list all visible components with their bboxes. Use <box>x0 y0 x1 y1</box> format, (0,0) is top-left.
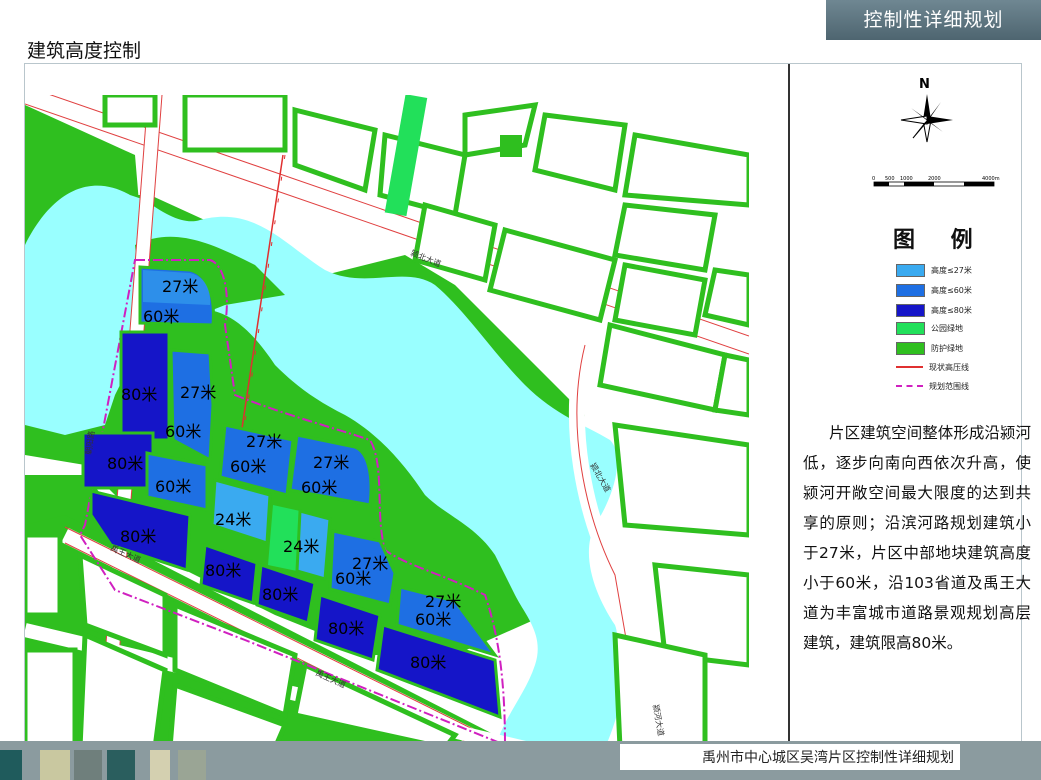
label-b13: 80米 <box>262 585 298 604</box>
footer-square <box>74 750 102 780</box>
legend-label: 公园绿地 <box>931 323 963 333</box>
footer-square <box>150 750 170 780</box>
legend-label: 规划范围线 <box>929 381 969 391</box>
label-b4: 80米 <box>107 454 143 473</box>
label-b1-top: 27米 <box>162 277 198 296</box>
legend-label: 高度≤27米 <box>931 265 972 275</box>
label-b7: 24米 <box>215 510 251 529</box>
label-b10-bottom: 60米 <box>301 478 337 497</box>
scale-bar: 0 500 1000 2000 4000m <box>872 176 1000 187</box>
label-b1-bottom: 60米 <box>143 307 179 326</box>
footer-square <box>107 750 135 780</box>
label-b15-top: 27米 <box>425 592 461 611</box>
legend-item: 高度≤60米 <box>896 283 972 297</box>
legend-label: 高度≤60米 <box>931 285 972 295</box>
legend-swatch <box>896 341 925 355</box>
label-b2: 80米 <box>121 385 157 404</box>
svg-text:4000m: 4000m <box>982 176 1000 182</box>
svg-text:500: 500 <box>885 176 895 182</box>
legend-swatch <box>896 321 925 335</box>
legend-item: 高度≤80米 <box>896 303 972 317</box>
north-arrow-icon: N <box>900 77 953 143</box>
legend-swatch <box>896 283 925 297</box>
svg-text:2000: 2000 <box>928 176 941 182</box>
legend-title: 图 例 <box>893 228 987 253</box>
svg-text:N: N <box>919 77 930 92</box>
panel-divider <box>788 64 790 748</box>
label-b9-bottom: 60米 <box>230 457 266 476</box>
label-b8: 24米 <box>283 537 319 556</box>
footer-square <box>0 750 22 780</box>
legend-label: 防护绿地 <box>931 343 963 353</box>
svg-text:1000: 1000 <box>900 176 913 182</box>
header-title: 控制性详细规划 <box>863 9 1004 31</box>
footer-text: 禹州市中心城区吴湾片区控制性详细规划 <box>702 750 954 766</box>
page-title: 建筑高度控制 <box>27 40 142 62</box>
park-square-north <box>500 135 522 157</box>
label-b5: 60米 <box>155 477 191 496</box>
block-3 <box>169 348 215 463</box>
legend-label: 现状高压线 <box>929 362 969 372</box>
description-text: 片区建筑空间整体形成沿颍河低，逐步向南向西依次升高，使颍河开敞空间最大限度的达到… <box>803 424 1031 652</box>
svg-text:0: 0 <box>872 176 875 182</box>
footer-square <box>178 750 206 780</box>
label-b14: 80米 <box>328 619 364 638</box>
legend-swatch <box>896 303 925 317</box>
legend-item: 防护绿地 <box>896 341 963 355</box>
zoning-map[interactable]: 颍北大道 颍北大道 禹王大道 禹王大道 朝阳路 颍河大道 27米 60米 80米… <box>25 95 749 748</box>
legend-swatch <box>896 263 925 277</box>
label-b6: 80米 <box>120 527 156 546</box>
legend-item: 现状高压线 <box>896 360 969 374</box>
label-b10-top: 27米 <box>313 453 349 472</box>
legend-label: 高度≤80米 <box>931 305 972 315</box>
label-b3-bottom: 60米 <box>165 422 201 441</box>
legend-swatch <box>896 385 923 387</box>
label-b15-bottom: 60米 <box>415 610 451 629</box>
label-b9-top: 27米 <box>246 432 282 451</box>
legend-item: 公园绿地 <box>896 321 963 335</box>
legend-swatch <box>896 366 923 368</box>
footer-square <box>40 750 70 780</box>
label-b3-top: 27米 <box>180 383 216 402</box>
label-b12: 80米 <box>205 561 241 580</box>
label-b16: 80米 <box>410 653 446 672</box>
legend-item: 规划范围线 <box>896 379 969 393</box>
legend-item: 高度≤27米 <box>896 263 972 277</box>
label-b11-bottom: 60米 <box>335 569 371 588</box>
